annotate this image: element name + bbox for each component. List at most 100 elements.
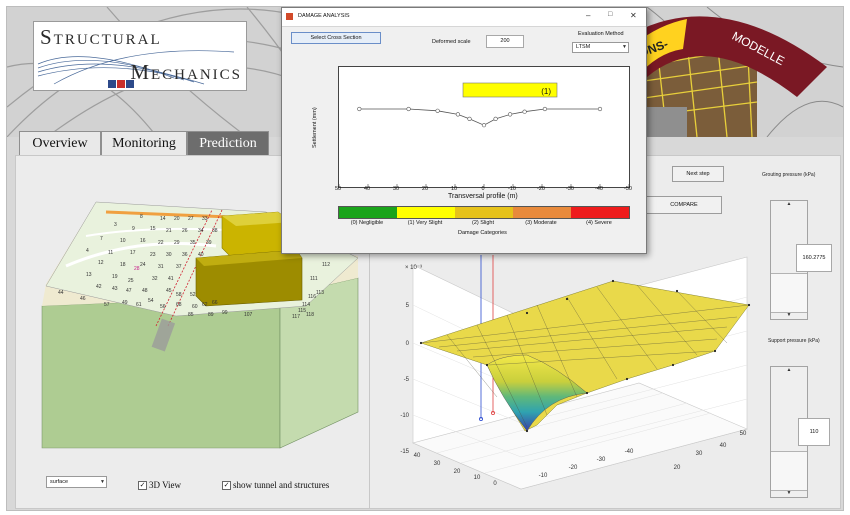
damage-label-slight: (2) Slight: [471, 220, 494, 226]
point-label: 34: [198, 228, 204, 234]
view-mode-value: surface: [50, 479, 69, 485]
point-label: 48: [142, 288, 148, 294]
damage-swatch-severe: [571, 207, 629, 218]
view-mode-select[interactable]: surface ▼: [46, 476, 107, 488]
arrow-up-icon[interactable]: ▲: [771, 201, 807, 208]
z-tick-label: -15: [400, 449, 409, 455]
point-label: 39: [206, 240, 212, 246]
slider-thumb[interactable]: [771, 273, 807, 313]
close-icon[interactable]: ✕: [630, 11, 637, 20]
point-label: 30: [166, 252, 172, 258]
point-label: 49: [122, 300, 128, 306]
point-label: 10: [120, 238, 126, 244]
point-label: 85: [188, 312, 194, 318]
select-cross-section-button[interactable]: Select Cross Section: [291, 32, 381, 44]
tab-overview[interactable]: Overview: [19, 131, 101, 155]
z-tick-label: -10: [400, 413, 409, 419]
deformed-scale-input[interactable]: 200: [486, 35, 524, 48]
point-label: 12: [98, 260, 104, 266]
y-tick-label: 50: [740, 431, 747, 437]
compare-button[interactable]: COMPARE: [646, 196, 722, 214]
z-tick-label: 5: [406, 303, 410, 309]
damage-label-very-slight: (1) Very Slight: [407, 220, 443, 226]
point-label: 41: [168, 276, 174, 282]
settlement-point: [357, 106, 362, 112]
support-pressure-value[interactable]: 110: [798, 418, 830, 446]
point-label: 45: [166, 288, 172, 294]
checkbox-checked-icon: ✓: [222, 480, 231, 490]
point-label: 89: [208, 312, 214, 318]
point-label: 113: [316, 290, 324, 296]
y-tick-label: 40: [720, 443, 727, 449]
view3d-label: 3D View: [149, 480, 182, 490]
damage-swatch-negligible: [339, 207, 397, 218]
arrow-up-icon[interactable]: ▲: [771, 367, 807, 374]
point-label: 111: [310, 276, 318, 282]
y-tick-label: 30: [696, 451, 703, 457]
dialog-title-bar: DAMAGE ANALYSIS – □ ✕: [282, 8, 646, 27]
settlement-point: [493, 116, 498, 122]
view3d-checkbox[interactable]: ✓ 3D View: [138, 480, 181, 490]
settlement-profile-plot[interactable]: (1): [338, 66, 630, 188]
show-tunnel-checkbox[interactable]: ✓ show tunnel and structures: [222, 480, 329, 490]
point-label: 23: [150, 252, 156, 258]
x-tick-label: 20: [421, 186, 429, 192]
damage-categories-title: Damage Categories: [458, 230, 507, 236]
support-pressure-label: Support pressure (kPa): [768, 338, 820, 344]
settlement-point: [508, 112, 513, 117]
slider-thumb[interactable]: [771, 451, 807, 491]
point-label: 8: [140, 214, 143, 220]
point-label: 38: [212, 228, 218, 234]
evaluation-method-select[interactable]: LTSM ▼: [572, 42, 629, 53]
point-label: 58: [176, 292, 182, 298]
point-label: 57: [104, 302, 110, 308]
settlement-profile-chart: (1): [338, 82, 630, 187]
settlement-point: [542, 106, 547, 112]
dialog-title: DAMAGE ANALYSIS: [298, 13, 350, 19]
maximize-icon[interactable]: □: [608, 11, 612, 18]
point-label: 42: [96, 284, 102, 290]
x-tick-label: 50: [334, 186, 342, 192]
z-tick-label: -5: [404, 377, 410, 383]
structural-mechanics-logo: Structural Mechanics: [33, 21, 247, 91]
z-tick-label: 0: [406, 341, 410, 347]
point-label: 27: [188, 216, 194, 222]
next-step-button[interactable]: Next step: [672, 166, 724, 182]
point-label: 13: [86, 272, 92, 278]
minimize-icon[interactable]: –: [586, 11, 590, 20]
settlement-point: [597, 106, 603, 112]
point-label: 21: [166, 228, 172, 234]
x-tick-label: 30: [434, 461, 441, 467]
point-label: 68: [176, 302, 182, 308]
point-label: 17: [130, 250, 136, 256]
point-label: 20: [174, 216, 180, 222]
point-label: 28: [134, 266, 140, 272]
point-label: 116: [308, 294, 316, 300]
settlement-surface-plot[interactable]: × 10⁻³ 5 0 -5 -10 -15 40 30 20 10 0 -10 …: [377, 247, 773, 497]
point-label: 107: [244, 312, 253, 318]
grouting-pressure-value[interactable]: 160.2775: [796, 244, 832, 272]
damage-callout-label: (1): [541, 87, 551, 96]
point-label: 29: [174, 240, 180, 246]
point-label: 32: [152, 276, 158, 282]
y-tick-label: 20: [674, 465, 681, 471]
point-label: 66: [212, 300, 218, 306]
arrow-down-icon[interactable]: ▼: [771, 312, 807, 319]
point-label: 61: [136, 302, 142, 308]
tab-bar: Overview Monitoring Prediction: [19, 131, 269, 155]
point-label: 35: [190, 240, 196, 246]
settlement-point: [467, 116, 472, 122]
arrow-down-icon[interactable]: ▼: [771, 490, 807, 497]
point-label: 52: [190, 292, 196, 298]
point-label: 118: [306, 312, 314, 318]
point-label: 18: [120, 262, 126, 268]
tab-prediction[interactable]: Prediction: [187, 131, 269, 155]
tab-monitoring[interactable]: Monitoring: [101, 131, 187, 155]
point-label: 54: [148, 298, 154, 304]
point-label: 36: [182, 252, 188, 258]
point-label: 24: [140, 262, 146, 268]
damage-category-bar: [338, 206, 630, 219]
x-tick-label: -10: [539, 473, 548, 479]
point-label: 16: [140, 238, 146, 244]
point-label: 26: [182, 228, 188, 234]
